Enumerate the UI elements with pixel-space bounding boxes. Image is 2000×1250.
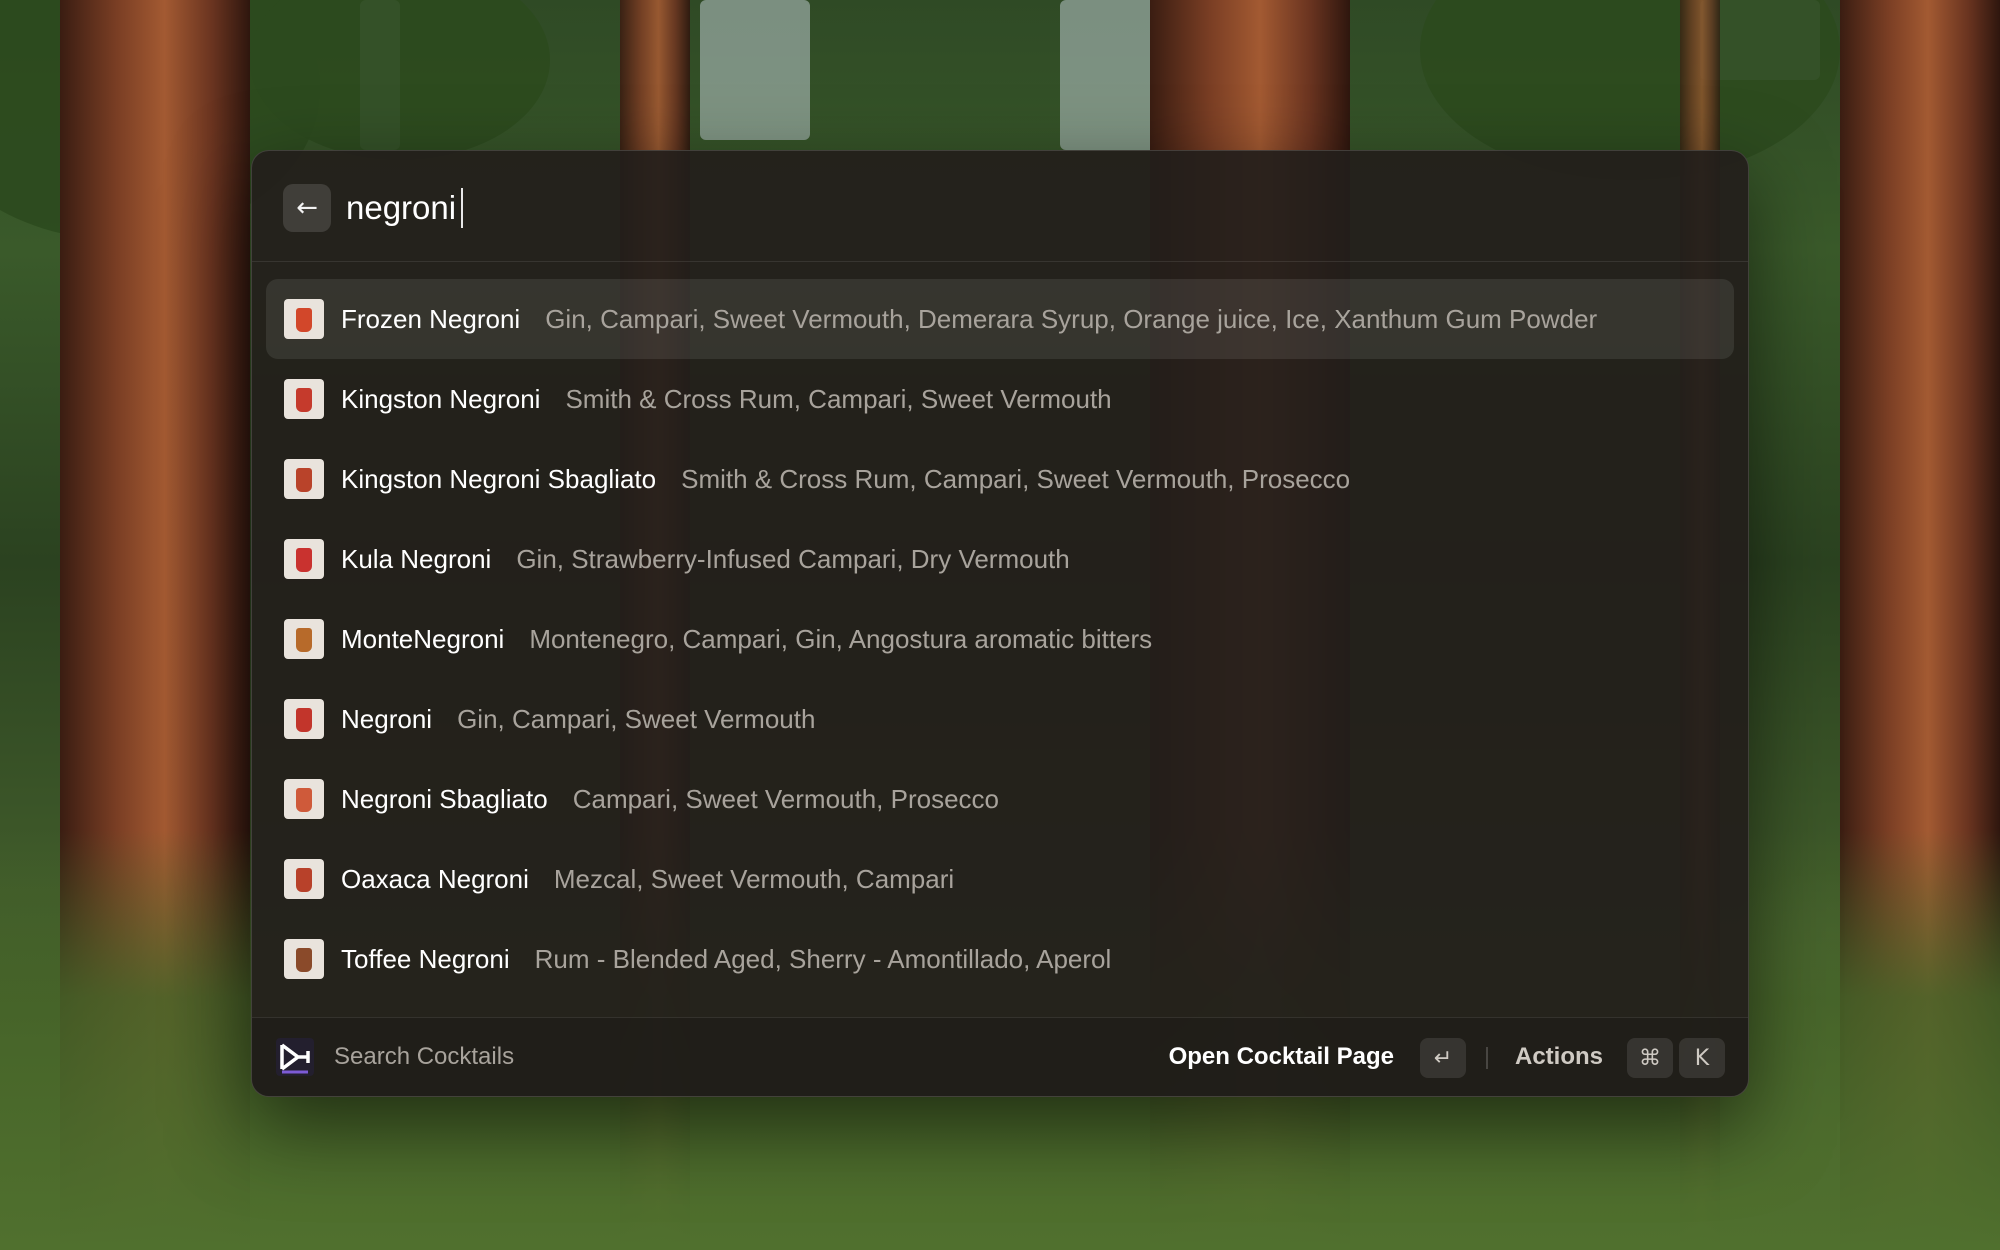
results-list: Frozen Negroni Gin, Campari, Sweet Vermou…: [266, 279, 1734, 999]
cocktail-ingredients: Smith & Cross Rum, Campari, Sweet Vermou…: [681, 463, 1351, 494]
extension-title: Search Cocktails: [334, 1043, 515, 1070]
cocktail-ingredients: Mezcal, Sweet Vermouth, Campari: [553, 863, 955, 894]
cocktail-ingredients: Gin, Strawberry-Infused Campari, Dry Ver…: [516, 543, 1070, 574]
cocktails-logo-icon: [276, 1038, 314, 1076]
cocktail-thumbnail-icon: [284, 859, 324, 899]
cocktail-name: Kingston Negroni: [341, 383, 541, 414]
result-row[interactable]: Kingston Negroni Sbagliato Smith & Cross …: [266, 439, 1734, 519]
result-row[interactable]: Kingston Negroni Smith & Cross Rum, Campa…: [266, 359, 1734, 439]
result-row[interactable]: Negroni Gin, Campari, Sweet Vermouth: [266, 679, 1734, 759]
result-row[interactable]: Oaxaca Negroni Mezcal, Sweet Vermouth, Ca…: [266, 839, 1734, 919]
cocktail-name: MonteNegroni: [341, 623, 505, 654]
search-bar: ←: [252, 151, 1748, 262]
cocktail-thumbnail-icon: [284, 459, 324, 499]
cocktail-thumbnail-icon: [284, 379, 324, 419]
cocktail-name: Negroni Sbagliato: [341, 783, 548, 814]
cocktail-name: Frozen Negroni: [341, 303, 521, 334]
cocktail-thumbnail-icon: [284, 539, 324, 579]
arrow-left-icon: ←: [296, 193, 318, 223]
result-row[interactable]: Frozen Negroni Gin, Campari, Sweet Vermou…: [266, 279, 1734, 359]
cocktail-thumbnail-icon: [284, 699, 324, 739]
action-bar: Search Cocktails Open Cocktail Page ↵ Ac…: [252, 1017, 1748, 1096]
cocktail-ingredients: Rum - Blended Aged, Sherry - Amontillado…: [534, 943, 1112, 974]
cocktail-ingredients: Smith & Cross Rum, Campari, Sweet Vermou…: [565, 383, 1112, 414]
actions-button[interactable]: Actions: [1515, 1043, 1603, 1071]
search-input[interactable]: [346, 183, 1346, 233]
cocktail-thumbnail-icon: [284, 939, 324, 979]
cocktail-ingredients: Campari, Sweet Vermouth, Prosecco: [572, 783, 999, 814]
result-row[interactable]: Kula Negroni Gin, Strawberry-Infused Camp…: [266, 519, 1734, 599]
cocktail-name: Kingston Negroni Sbagliato: [341, 463, 657, 494]
action-divider: [1486, 1047, 1488, 1069]
result-row[interactable]: Toffee Negroni Rum - Blended Aged, Sherry…: [266, 919, 1734, 999]
cocktail-name: Toffee Negroni: [341, 943, 510, 974]
launcher-window: ← Frozen Negroni Gin, Campari, Sweet Verm…: [251, 150, 1749, 1097]
k-key-hint: K: [1679, 1038, 1725, 1078]
cocktail-name: Negroni: [341, 703, 433, 734]
cocktail-thumbnail-icon: [284, 779, 324, 819]
back-button[interactable]: ←: [283, 184, 331, 232]
command-key-hint: ⌘: [1627, 1038, 1673, 1078]
cocktail-thumbnail-icon: [284, 299, 324, 339]
cocktail-ingredients: Montenegro, Campari, Gin, Angostura arom…: [529, 623, 1153, 654]
cocktail-name: Oaxaca Negroni: [341, 863, 529, 894]
cocktail-thumbnail-icon: [284, 619, 324, 659]
result-row[interactable]: Negroni Sbagliato Campari, Sweet Vermouth…: [266, 759, 1734, 839]
cocktail-ingredients: Gin, Campari, Sweet Vermouth, Demerara S…: [545, 303, 1598, 334]
cocktail-ingredients: Gin, Campari, Sweet Vermouth: [457, 703, 816, 734]
result-row[interactable]: MonteNegroni Montenegro, Campari, Gin, An…: [266, 599, 1734, 679]
cocktail-name: Kula Negroni: [341, 543, 492, 574]
enter-key-hint: ↵: [1420, 1038, 1466, 1078]
text-caret: [461, 188, 463, 228]
open-cocktail-page-button[interactable]: Open Cocktail Page: [1169, 1043, 1394, 1071]
